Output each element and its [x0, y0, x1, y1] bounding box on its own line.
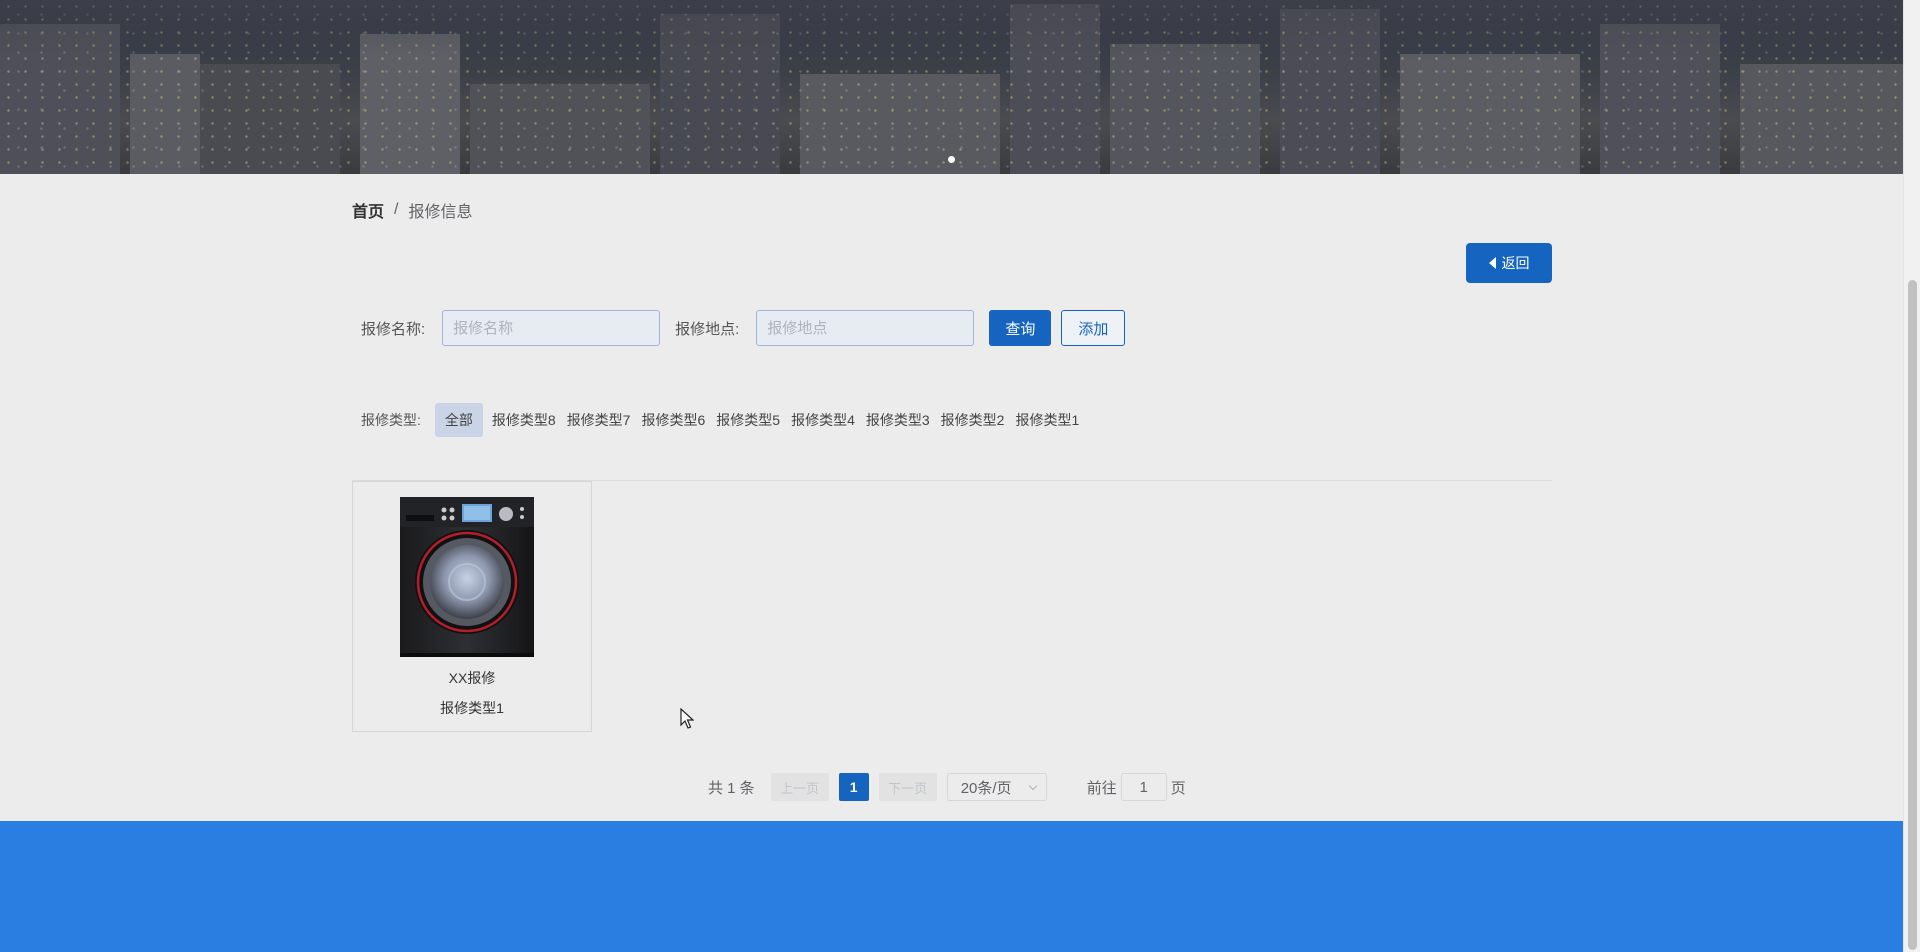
type-option-2[interactable]: 报修类型2: [937, 403, 1009, 437]
type-option-5[interactable]: 报修类型5: [712, 403, 784, 437]
type-option-7[interactable]: 报修类型7: [563, 403, 635, 437]
repair-item-type: 报修类型1: [440, 700, 504, 716]
banner-carousel: [0, 0, 1903, 174]
repair-location-input[interactable]: [756, 310, 975, 346]
type-option-8[interactable]: 报修类型8: [488, 403, 560, 437]
vertical-scrollbar[interactable]: [1903, 0, 1920, 952]
type-option-4[interactable]: 报修类型4: [787, 403, 859, 437]
type-option-6[interactable]: 报修类型6: [637, 403, 709, 437]
query-button[interactable]: 查询: [989, 310, 1052, 346]
repair-item-name[interactable]: XX报修: [353, 668, 591, 688]
repair-name-label: 报修名称:: [361, 320, 426, 338]
goto-suffix: 页: [1170, 779, 1186, 797]
type-option-all[interactable]: 全部: [434, 403, 483, 437]
repair-type-filter: 报修类型: 全部 报修类型8 报修类型7 报修类型6 报修类型5 报修类型4 报…: [361, 403, 1086, 437]
type-option-3[interactable]: 报修类型3: [862, 403, 934, 437]
scrollbar-thumb[interactable]: [1908, 280, 1917, 950]
search-form: 报修名称: 报修地点: 查询 添加: [361, 310, 1126, 346]
breadcrumb-separator: /: [394, 201, 399, 218]
caret-left-icon: [1488, 257, 1496, 269]
goto-label: 前往: [1086, 779, 1117, 797]
repair-location-label: 报修地点:: [675, 320, 740, 338]
washing-machine-image: [400, 497, 534, 657]
page-size-value: 20条/页: [960, 779, 1012, 797]
prev-page-button[interactable]: 上一页: [770, 773, 829, 801]
pagination: 共 1 条 上一页 1 下一页 20条/页 前往 页: [708, 772, 1186, 802]
repair-type-label: 报修类型:: [361, 412, 421, 428]
mouse-cursor-icon: [680, 708, 694, 729]
repair-item-card[interactable]: XX报修 报修类型1: [352, 481, 592, 732]
chevron-down-icon: [1028, 781, 1037, 791]
breadcrumb: 首页 / 报修信息: [352, 198, 472, 222]
pagination-total: 共 1 条: [708, 779, 755, 797]
back-button-label: 返回: [1501, 255, 1530, 271]
add-button[interactable]: 添加: [1061, 310, 1126, 346]
next-page-button[interactable]: 下一页: [878, 773, 937, 801]
carousel-indicator[interactable]: [948, 156, 955, 163]
page-size-select[interactable]: 20条/页: [946, 773, 1047, 801]
back-button[interactable]: 返回: [1466, 243, 1552, 283]
breadcrumb-home[interactable]: 首页: [352, 198, 384, 222]
goto-page-input[interactable]: [1120, 773, 1167, 801]
repair-name-input[interactable]: [442, 310, 661, 346]
page-number-current[interactable]: 1: [838, 773, 869, 801]
footer: [0, 821, 1903, 952]
carousel-dot[interactable]: [948, 156, 955, 163]
breadcrumb-current: 报修信息: [408, 204, 473, 221]
type-option-1[interactable]: 报修类型1: [1011, 403, 1083, 437]
